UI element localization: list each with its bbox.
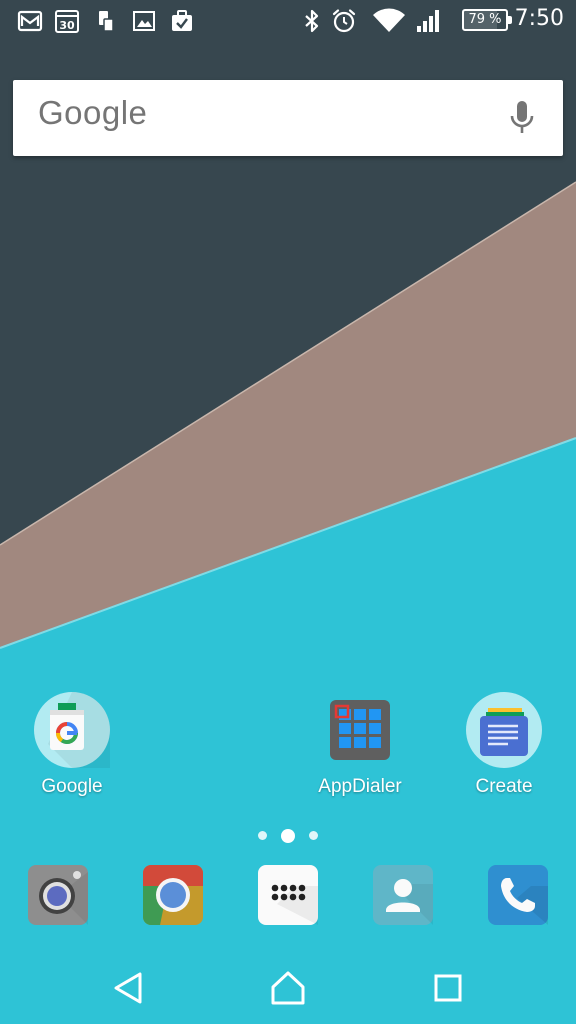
calendar-day: 30 <box>59 19 75 32</box>
bluetooth-icon <box>298 7 326 35</box>
gallery-icon <box>130 7 158 35</box>
page-dot-active[interactable] <box>281 829 295 843</box>
page-dot[interactable] <box>309 831 318 840</box>
google-logo: Google <box>38 94 148 131</box>
recents-icon[interactable] <box>426 966 470 1010</box>
app-label: AppDialer <box>318 776 402 797</box>
battery-text: 79 % <box>468 12 502 27</box>
wifi-icon <box>372 7 406 35</box>
signal-icon <box>414 7 442 35</box>
app-create[interactable]: Create <box>449 692 559 798</box>
back-icon[interactable] <box>106 966 150 1010</box>
device-icon <box>92 7 120 35</box>
page-dot[interactable] <box>258 831 267 840</box>
app-label: Google <box>41 776 103 797</box>
phone-icon[interactable] <box>487 864 549 926</box>
calendar-icon: 30 <box>53 7 81 35</box>
battery-indicator: 79 % <box>462 9 512 31</box>
app-label: Create <box>475 776 533 797</box>
google-app-icon <box>34 692 110 768</box>
create-docs-icon <box>466 692 542 768</box>
camera-icon[interactable] <box>27 864 89 926</box>
briefcase-icon <box>168 7 196 35</box>
app-drawer-icon[interactable] <box>257 864 319 926</box>
google-search-bar[interactable]: Google <box>13 80 563 156</box>
status-bar[interactable]: 30 79 % 7:50 <box>0 0 576 42</box>
alarm-icon <box>330 7 358 35</box>
home-icon[interactable] <box>266 966 310 1010</box>
page-indicator[interactable] <box>0 826 576 846</box>
contacts-icon[interactable] <box>372 864 434 926</box>
gmail-icon <box>16 7 44 35</box>
mic-icon[interactable] <box>509 100 535 136</box>
app-appdialer[interactable]: AppDialer <box>305 692 415 798</box>
chrome-icon[interactable] <box>142 864 204 926</box>
appdialer-icon <box>322 692 398 768</box>
app-google[interactable]: Google <box>17 692 127 798</box>
home-screen: 30 79 % 7:50 Google Google AppDialer Cre… <box>0 0 576 1024</box>
clock: 7:50 <box>514 6 564 31</box>
